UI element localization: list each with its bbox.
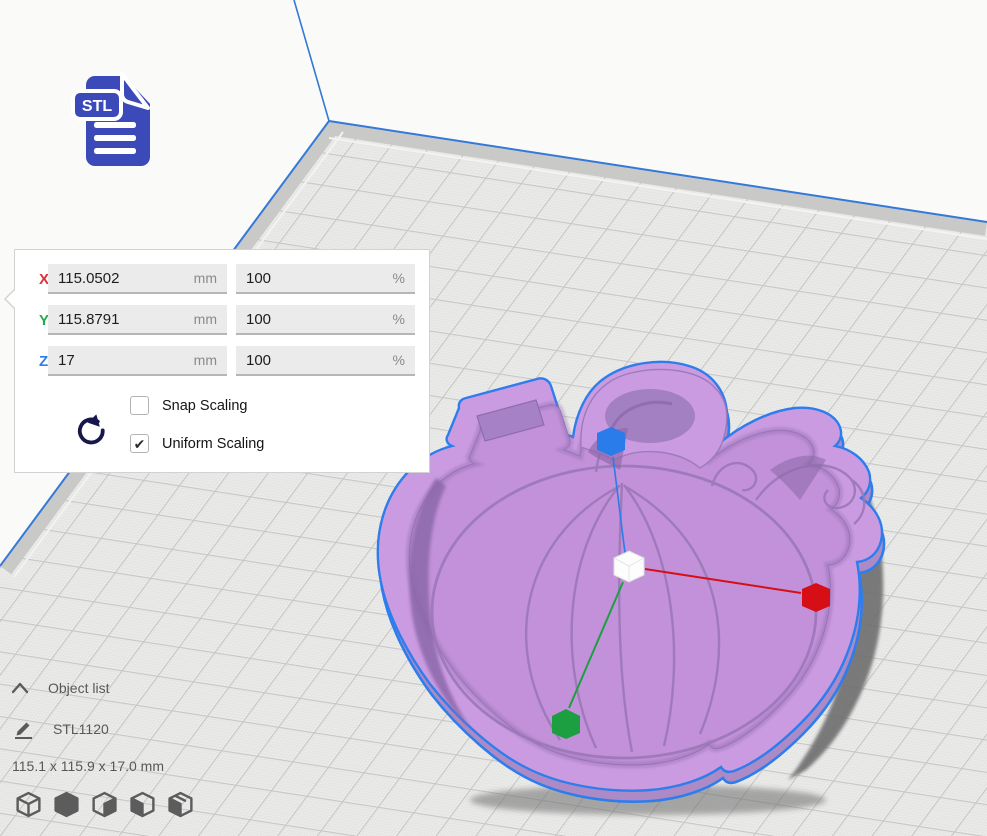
z-size-input[interactable]	[58, 352, 188, 369]
z-percent-unit: %	[393, 352, 405, 368]
z-size-unit: mm	[194, 352, 217, 368]
x-percent-unit: %	[393, 270, 405, 286]
x-scale-handle[interactable]	[802, 583, 830, 612]
y-percent-input[interactable]	[246, 311, 387, 328]
view-cube-front-face-icon[interactable]	[90, 790, 119, 819]
object-list-panel: Object list STL1120 115.1 x 115.9 x 17.0…	[10, 680, 195, 819]
uniform-scaling-option[interactable]: ✔ Uniform Scaling	[130, 434, 264, 453]
scale-tool-panel: X mm % Y mm % Z mm	[14, 249, 430, 473]
collapse-chevron-icon[interactable]	[10, 681, 30, 695]
reset-scale-button[interactable]	[71, 412, 107, 450]
y-percent-unit: %	[393, 311, 405, 327]
center-scale-handle[interactable]	[614, 551, 644, 582]
panel-notch	[4, 288, 15, 310]
x-size-field: mm	[48, 264, 227, 294]
x-percent-input[interactable]	[246, 270, 387, 287]
model-dimensions-readout: 115.1 x 115.9 x 17.0 mm	[12, 758, 195, 774]
scale-row-z: Z mm %	[15, 346, 429, 376]
object-list-item[interactable]: STL1120	[12, 718, 195, 740]
scale-row-x: X mm %	[15, 264, 429, 294]
y-size-field: mm	[48, 305, 227, 335]
z-scale-handle[interactable]	[597, 427, 625, 456]
z-percent-field: %	[236, 346, 415, 376]
check-icon: ✔	[134, 437, 146, 451]
stl-badge-label: STL	[82, 98, 112, 115]
axis-z-label: Z	[39, 353, 48, 370]
build-volume-vertical-edge	[294, 0, 329, 121]
edit-pencil-icon	[12, 718, 34, 740]
view-cube-layers-icon[interactable]	[166, 790, 195, 819]
z-size-field: mm	[48, 346, 227, 376]
uniform-scaling-label: Uniform Scaling	[162, 436, 264, 452]
scale-row-y: Y mm %	[15, 305, 429, 335]
uniform-scaling-checkbox[interactable]: ✔	[130, 434, 149, 453]
view-cube-solid-icon[interactable]	[52, 790, 81, 819]
object-item-name: STL1120	[53, 721, 109, 737]
view-cube-open-top-icon[interactable]	[128, 790, 157, 819]
snap-scaling-checkbox[interactable]	[130, 396, 149, 415]
view-mode-toolbar	[14, 790, 195, 819]
y-percent-field: %	[236, 305, 415, 335]
x-size-unit: mm	[194, 270, 217, 286]
application-window: STL X mm % Y mm %	[0, 0, 987, 836]
x-size-input[interactable]	[58, 270, 188, 287]
x-percent-field: %	[236, 264, 415, 294]
stl-file-icon[interactable]: STL	[70, 66, 166, 172]
z-percent-input[interactable]	[246, 352, 387, 369]
y-size-unit: mm	[194, 311, 217, 327]
object-list-title: Object list	[48, 680, 109, 696]
y-size-input[interactable]	[58, 311, 188, 328]
snap-scaling-label: Snap Scaling	[162, 398, 247, 414]
snap-scaling-option[interactable]: Snap Scaling	[130, 396, 247, 415]
reset-rotate-icon	[71, 412, 107, 450]
view-cube-wireframe-icon[interactable]	[14, 790, 43, 819]
